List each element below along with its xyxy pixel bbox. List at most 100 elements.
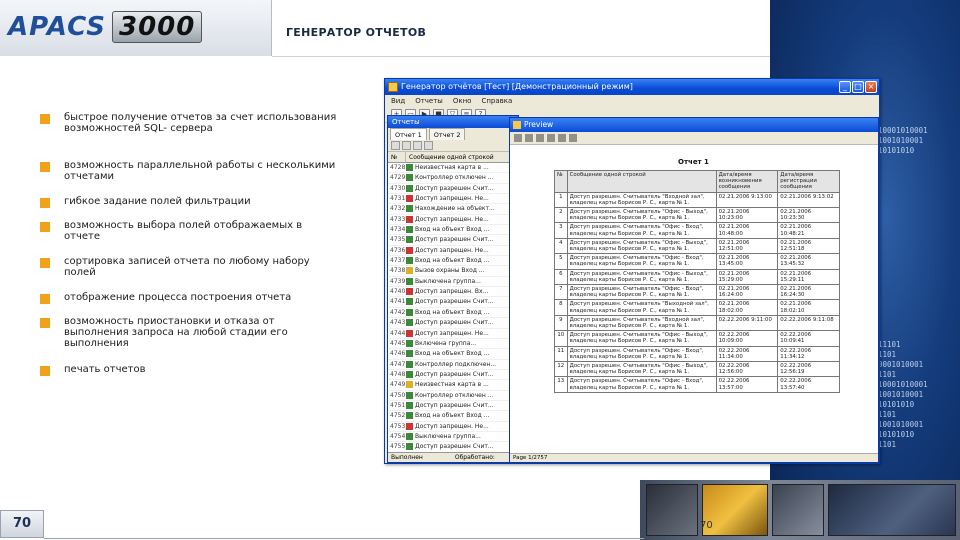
table-row[interactable]: 4739 Выключена группа...	[388, 277, 518, 288]
row-id: 4734	[390, 226, 406, 234]
circuit-board-image	[646, 484, 698, 536]
logo-word: APACS	[8, 12, 106, 42]
table-row[interactable]: 4745 Включена группа...	[388, 339, 518, 350]
maximize-icon[interactable]: □	[852, 81, 864, 93]
row-message: Доступ разрешен Счит...	[415, 401, 494, 409]
page-number: 70	[0, 510, 44, 538]
next-page-icon[interactable]	[558, 134, 566, 142]
bullet-square-icon	[40, 222, 50, 232]
close-icon[interactable]: ×	[865, 81, 877, 93]
feature-item: сортировка записей отчета по любому набо…	[40, 256, 340, 278]
prev-page-icon[interactable]	[547, 134, 555, 142]
sort-icon[interactable]	[413, 141, 422, 150]
event-status-icon	[406, 319, 413, 327]
table-row[interactable]: 4731 Доступ запрещен. Не...	[388, 194, 518, 205]
row-message: Доступ разрешен Счит...	[415, 236, 494, 244]
cell-number: 5	[554, 253, 568, 270]
cell-message: Доступ разрешен. Считыватель "Офис - Вхо…	[566, 222, 717, 239]
table-row[interactable]: 4751 Доступ разрешен Счит...	[388, 401, 518, 412]
cell-registered: 02.21.2006 12:51:18	[777, 237, 840, 255]
table-row[interactable]: 4746 Вход на объект Вход ...	[388, 349, 518, 360]
row-message: Неизвестная карта в ...	[415, 164, 489, 171]
bullet-square-icon	[40, 318, 50, 328]
row-message: Выключена группа...	[415, 277, 481, 285]
table-row: 3 Доступ разрешен. Считыватель "Офис - Вх…	[554, 222, 840, 239]
event-status-icon	[406, 360, 413, 368]
feature-item: быстрое получение отчетов за счет исполь…	[40, 112, 340, 134]
save-icon[interactable]	[525, 134, 533, 142]
table-row[interactable]: 4732 Нахождение на объект...	[388, 204, 518, 215]
table-row[interactable]: 4733 Доступ запрещен. Не...	[388, 215, 518, 226]
row-id: 4741	[390, 298, 406, 306]
bullet-square-icon	[40, 294, 50, 304]
menu-item-window[interactable]: Окно	[453, 95, 472, 107]
row-message: Включена группа...	[415, 339, 477, 347]
table-row: 6 Доступ разрешен. Считыватель "Офис - Вы…	[554, 268, 840, 286]
cell-number: 10	[554, 330, 568, 347]
event-status-icon	[406, 257, 413, 265]
column-message[interactable]: Сообщение одной строкой	[406, 152, 518, 162]
row-id: 4752	[390, 412, 406, 420]
feature-item: возможность параллельной работы с нескол…	[40, 160, 340, 182]
preview-title: Preview	[510, 118, 878, 132]
table-row[interactable]: 4742 Вход на объект Вход ...	[388, 308, 518, 319]
reports-toolbar	[388, 140, 518, 152]
menu-item-help[interactable]: Справка	[481, 95, 512, 107]
reports-window: Отчеты Отчет 1 Отчет 2 № Сообщение одной…	[387, 115, 519, 463]
event-status-icon	[406, 350, 413, 358]
table-row[interactable]: 4734 Вход на объект Вход ...	[388, 225, 518, 236]
minimize-icon[interactable]: _	[839, 81, 851, 93]
reports-window-title: Отчеты	[388, 116, 518, 128]
table-row[interactable]: 4752 Вход на объект Вход ...	[388, 411, 518, 422]
menu-item-reports[interactable]: Отчеты	[415, 95, 443, 107]
filter-icon[interactable]	[402, 141, 411, 150]
table-row[interactable]: 4750 Контроллер отключен ...	[388, 391, 518, 401]
menu-bar: Вид Отчеты Окно Справка	[385, 95, 879, 107]
refresh-icon[interactable]	[391, 141, 400, 150]
row-message: Доступ запрещен. Вх...	[415, 288, 489, 296]
cell-registered: 02.21.2006 15:29:11	[777, 268, 840, 286]
reports-table-header: № Сообщение одной строкой	[388, 152, 518, 163]
event-status-icon	[406, 288, 413, 296]
column-id[interactable]: №	[388, 152, 406, 162]
table-row[interactable]: 4753 Доступ запрещен. Не...	[388, 422, 518, 432]
table-row[interactable]: 4749 Неизвестная карта в ...	[388, 380, 518, 391]
cell-number: 2	[554, 207, 568, 224]
bullet-square-icon	[40, 258, 50, 268]
table-row[interactable]: 4728 Неизвестная карта в ...	[388, 163, 518, 174]
table-row[interactable]: 4754 Выключена группа...	[388, 432, 518, 443]
table-row[interactable]: 4735 Доступ разрешен Счит...	[388, 235, 518, 246]
event-status-icon	[406, 308, 413, 316]
table-row[interactable]: 4741 Доступ разрешен Счит...	[388, 297, 518, 308]
page-number-secondary: 70	[700, 520, 713, 531]
status-count: Обработано: 34/345	[454, 454, 495, 461]
row-id: 4753	[390, 422, 406, 430]
table-row[interactable]: 4748 Доступ разрешен Счит...	[388, 370, 518, 381]
print-icon[interactable]	[514, 134, 522, 142]
tab-report-2[interactable]: Отчет 2	[428, 128, 466, 140]
preview-icon[interactable]	[424, 141, 433, 150]
table-row[interactable]: 4737 Вход на объект Вход ...	[388, 256, 518, 267]
event-status-icon	[406, 226, 413, 234]
table-row[interactable]: 4736 Доступ запрещен. Не...	[388, 246, 518, 257]
cell-message: Доступ разрешен. Считыватель "Офис - Вых…	[566, 268, 717, 286]
table-row[interactable]: 4744 Доступ запрещен. Не...	[388, 329, 518, 339]
col-number: №	[554, 170, 568, 193]
table-row[interactable]: 4738 Вызов охраны Вход ...	[388, 266, 518, 277]
table-row[interactable]: 4740 Доступ запрещен. Вх...	[388, 287, 518, 298]
table-row[interactable]: 4743 Доступ разрешен Счит...	[388, 318, 518, 329]
row-message: Вызов охраны Вход ...	[415, 267, 485, 275]
menu-item-view[interactable]: Вид	[391, 95, 405, 107]
table-row[interactable]: 4747 Контроллер подключен...	[388, 360, 518, 370]
row-message: Вход на объект Вход ...	[415, 226, 490, 234]
row-message: Выключена группа...	[415, 432, 481, 440]
tab-report-1[interactable]: Отчет 1	[390, 128, 427, 140]
close-preview-icon[interactable]	[569, 134, 577, 142]
row-message: Контроллер отключен ...	[415, 174, 494, 182]
table-row[interactable]: 4730 Доступ разрешен Счит...	[388, 184, 518, 195]
row-id: 4745	[390, 339, 406, 347]
header-divider	[272, 56, 772, 57]
first-page-icon[interactable]	[536, 134, 544, 142]
row-id: 4737	[390, 257, 406, 265]
table-row[interactable]: 4729 Контроллер отключен ...	[388, 173, 518, 184]
